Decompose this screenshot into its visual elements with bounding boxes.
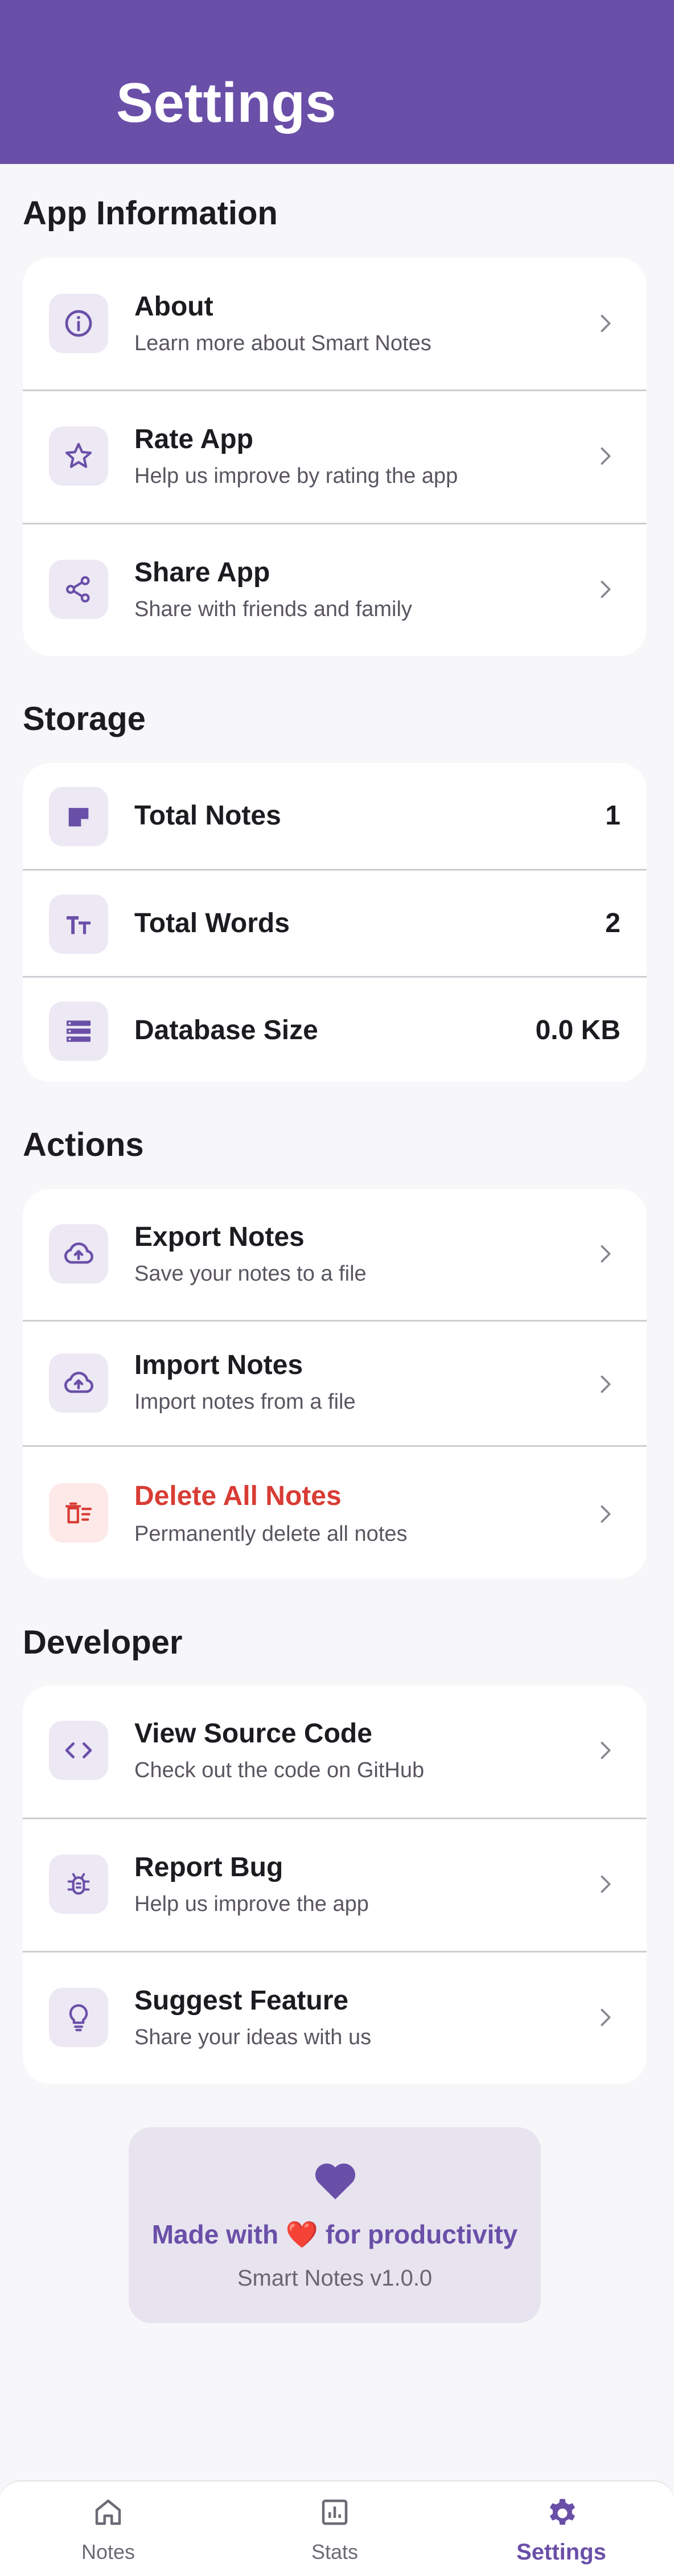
settings-gear-icon bbox=[549, 2499, 576, 2525]
settings-item-subtitle: Help us improve by rating the app bbox=[134, 464, 458, 488]
section-title-app-information: App Information bbox=[23, 195, 278, 232]
storage-icon bbox=[49, 1002, 108, 1061]
storage-item-title: Total Words bbox=[134, 908, 290, 938]
storage-item-value: 2 bbox=[605, 908, 620, 938]
storage-item-total-notes: Total Notes 1 bbox=[23, 763, 647, 869]
action-item-export-notes[interactable]: Export Notes Save your notes to a file bbox=[23, 1189, 647, 1320]
section-title-storage: Storage bbox=[23, 700, 146, 737]
settings-item-title: Rate App bbox=[134, 424, 253, 454]
developer-item-subtitle: Help us improve the app bbox=[134, 1892, 369, 1916]
section-title-actions: Actions bbox=[23, 1126, 144, 1163]
developer-item-title: View Source Code bbox=[134, 1718, 372, 1749]
nav-item-settings[interactable]: Settings bbox=[487, 2495, 635, 2569]
chevron-right-icon bbox=[601, 314, 611, 333]
storage-item-total-words: Total Words 2 bbox=[23, 869, 647, 976]
delete-sweep-icon bbox=[49, 1483, 108, 1543]
nav-label: Notes bbox=[81, 2540, 135, 2563]
action-item-title: Export Notes bbox=[134, 1222, 305, 1252]
info-icon bbox=[49, 294, 108, 353]
developer-item-subtitle: Share your ideas with us bbox=[134, 2025, 372, 2049]
developer-item-subtitle: Check out the code on GitHub bbox=[134, 1758, 425, 1782]
cloud-upload-icon bbox=[49, 1353, 108, 1413]
action-item-subtitle: Import notes from a file bbox=[134, 1390, 356, 1414]
chevron-right-icon bbox=[601, 580, 611, 598]
developer-item-view-source-code[interactable]: View Source Code Check out the code on G… bbox=[23, 1685, 647, 1818]
storage-item-value: 0.0 KB bbox=[535, 1015, 620, 1045]
nav-label: Settings bbox=[516, 2540, 606, 2565]
home-icon bbox=[95, 2499, 121, 2525]
share-icon bbox=[49, 560, 108, 619]
nav-label: Stats bbox=[311, 2540, 359, 2563]
chevron-right-icon bbox=[601, 1245, 611, 1263]
settings-item-about[interactable]: About Learn more about Smart Notes bbox=[23, 257, 647, 389]
nav-item-notes[interactable]: Notes bbox=[34, 2495, 182, 2569]
storage-card: Total Notes 1 Total Words 2 Database Siz… bbox=[23, 763, 647, 1082]
chevron-right-icon bbox=[601, 1505, 611, 1523]
developer-item-title: Suggest Feature bbox=[134, 1986, 349, 2016]
storage-item-title: Total Notes bbox=[134, 801, 281, 831]
nav-item-stats[interactable]: Stats bbox=[261, 2495, 409, 2569]
action-item-title: Import Notes bbox=[134, 1350, 303, 1380]
made-with-text: Made with ❤️ for productivity bbox=[151, 2220, 518, 2249]
page-title: Settings bbox=[116, 71, 336, 134]
star-icon bbox=[49, 426, 108, 486]
app-information-card: About Learn more about Smart Notes Rate … bbox=[23, 257, 647, 656]
chevron-right-icon bbox=[601, 1375, 611, 1393]
settings-item-share-app[interactable]: Share App Share with friends and family bbox=[23, 523, 647, 656]
settings-item-subtitle: Learn more about Smart Notes bbox=[134, 331, 431, 355]
settings-item-title: Share App bbox=[134, 557, 270, 588]
note-icon bbox=[49, 787, 108, 846]
chevron-right-icon bbox=[601, 447, 611, 465]
code-icon bbox=[49, 1721, 108, 1780]
storage-item-value: 1 bbox=[605, 801, 620, 831]
heart-icon bbox=[315, 2163, 356, 2200]
action-item-title: Delete All Notes bbox=[134, 1481, 342, 1511]
developer-item-title: Report Bug bbox=[134, 1852, 283, 1882]
developer-card: View Source Code Check out the code on G… bbox=[23, 1685, 647, 2084]
app-bar: Settings bbox=[0, 0, 674, 164]
chevron-right-icon bbox=[601, 1875, 611, 1893]
text-size-icon bbox=[49, 895, 108, 954]
bottom-navigation: Notes Stats Settings bbox=[0, 2480, 674, 2576]
about-footer-card: Made with ❤️ for productivity Smart Note… bbox=[129, 2127, 541, 2323]
developer-item-suggest-feature[interactable]: Suggest Feature Share your ideas with us bbox=[23, 1951, 647, 2084]
cloud-upload-icon bbox=[49, 1224, 108, 1283]
chevron-right-icon bbox=[601, 2008, 611, 2027]
section-title-developer: Developer bbox=[23, 1624, 183, 1661]
storage-item-database-size: Database Size 0.0 KB bbox=[23, 976, 647, 1082]
chevron-right-icon bbox=[601, 1741, 611, 1759]
actions-card: Export Notes Save your notes to a file I… bbox=[23, 1189, 647, 1578]
settings-item-rate-app[interactable]: Rate App Help us improve by rating the a… bbox=[23, 389, 647, 523]
developer-item-report-bug[interactable]: Report Bug Help us improve the app bbox=[23, 1818, 647, 1951]
app-version-text: Smart Notes v1.0.0 bbox=[237, 2266, 433, 2291]
action-item-delete-all-notes[interactable]: Delete All Notes Permanently delete all … bbox=[23, 1445, 647, 1578]
lightbulb-icon bbox=[49, 1988, 108, 2047]
storage-item-title: Database Size bbox=[134, 1015, 318, 1045]
settings-item-title: About bbox=[134, 292, 213, 322]
action-item-subtitle: Save your notes to a file bbox=[134, 1262, 367, 1286]
action-item-subtitle: Permanently delete all notes bbox=[134, 1522, 408, 1546]
stats-icon bbox=[322, 2499, 348, 2525]
settings-item-subtitle: Share with friends and family bbox=[134, 597, 412, 621]
action-item-import-notes[interactable]: Import Notes Import notes from a file bbox=[23, 1320, 647, 1445]
bug-icon bbox=[49, 1855, 108, 1914]
